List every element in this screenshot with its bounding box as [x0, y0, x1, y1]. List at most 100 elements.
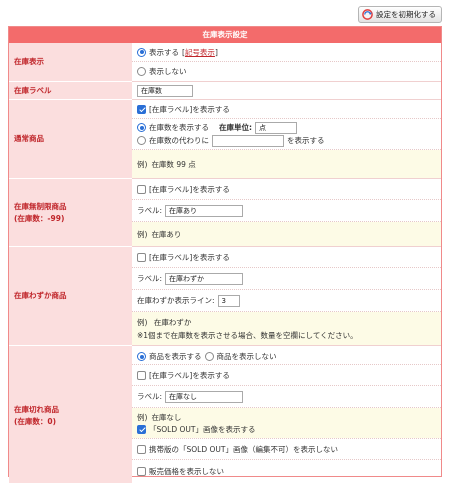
option-hide-label: 表示しない: [149, 67, 187, 76]
soldout-image-label: 「SOLD OUT」画像を表示する: [149, 424, 256, 434]
row-label-stock-label: 在庫ラベル: [9, 81, 132, 100]
unit-input[interactable]: 点: [255, 121, 297, 134]
radio-show[interactable]: [137, 47, 146, 57]
row-value-low: [在庫ラベル]を表示する ラベル: 在庫わずか 在庫わずか表示ライン: 3 例)…: [132, 246, 441, 346]
reset-icon: [362, 9, 373, 20]
normal-example: 例) 在庫数 99 点: [132, 150, 441, 178]
low-example-note: ※1個まで在庫数を表示させる場合、数量を空欄にしてください。: [137, 330, 358, 340]
unlimited-example-text: 在庫あり: [151, 229, 182, 239]
soldout-price-checkbox[interactable]: [137, 466, 146, 476]
soldout-example-line: 例) 在庫なし: [137, 411, 436, 423]
settings-table: 在庫表示 表示する [記号表示] 表示しない 在庫ラベル 在庫数 通常商品 [在…: [9, 43, 441, 483]
unlimited-show-label-line: [在庫ラベル]を表示する: [132, 179, 441, 200]
legend-link[interactable]: 記号表示: [185, 47, 215, 58]
unlimited-label-line1: 在庫無制限商品: [14, 201, 67, 211]
row-soldout: 在庫切れ商品 (在庫数：0) 商品を表示する 商品を表示しない [在庫ラベル]を…: [9, 345, 441, 483]
normal-instead-line: 在庫数の代わりに を表示する: [137, 134, 325, 147]
reset-settings-button[interactable]: 設定を初期化する: [358, 6, 442, 23]
hide-product-label: 商品を表示しない: [216, 352, 277, 361]
soldout-label-line2: (在庫数：0): [14, 416, 57, 426]
normal-count-line: 在庫数を表示する 在庫単位: 点: [137, 121, 297, 134]
normal-show-label-text: [在庫ラベル]を表示する: [149, 104, 230, 114]
soldout-show-label-checkbox[interactable]: [137, 370, 146, 380]
unlimited-label-line: ラベル: 在庫あり: [132, 200, 441, 222]
low-label-line: ラベル: 在庫わずか: [132, 268, 441, 290]
low-label-caption: ラベル:: [137, 274, 163, 283]
soldout-label-caption: ラベル:: [137, 392, 163, 401]
row-low: 在庫わずか商品 [在庫ラベル]を表示する ラベル: 在庫わずか 在庫わずか表示ラ…: [9, 246, 441, 346]
option-show-line: 表示する [記号表示]: [132, 43, 441, 62]
soldout-image-line: 「SOLD OUT」画像を表示する: [137, 423, 436, 435]
unlimited-label-line2: (在庫数：-99): [14, 213, 65, 223]
row-value-normal: [在庫ラベル]を表示する 在庫数を表示する 在庫単位: 点 在庫数の代わりに を…: [132, 99, 441, 179]
soldout-label-line1: 在庫切れ商品: [14, 404, 59, 414]
radio-show-product[interactable]: [137, 352, 146, 361]
soldout-show-label-text: [在庫ラベル]を表示する: [149, 370, 230, 380]
stock-label-line: 在庫数: [132, 82, 441, 99]
soldout-example-prefix: 例): [137, 412, 148, 422]
low-show-label-text: [在庫ラベル]を表示する: [149, 252, 230, 262]
reset-button-label: 設定を初期化する: [376, 10, 436, 19]
low-example: 例) 在庫わずか ※1個まで在庫数を表示させる場合、数量を空欄にしてください。: [132, 312, 441, 345]
stock-label-input[interactable]: 在庫数: [137, 84, 193, 97]
row-label-normal: 通常商品: [9, 99, 132, 179]
soldout-image-checkbox[interactable]: [137, 424, 146, 434]
soldout-mobile-line: 携帯版の「SOLD OUT」画像（編集不可）を表示しない: [132, 438, 441, 460]
low-line-caption: 在庫わずか表示ライン:: [137, 296, 215, 305]
low-show-label-checkbox[interactable]: [137, 252, 146, 262]
low-label-input[interactable]: 在庫わずか: [165, 272, 244, 285]
radio-hide[interactable]: [137, 67, 146, 76]
soldout-mobile-checkbox[interactable]: [137, 444, 146, 454]
row-unlimited: 在庫無制限商品 (在庫数：-99) [在庫ラベル]を表示する ラベル: 在庫あり…: [9, 178, 441, 247]
row-value-soldout: 商品を表示する 商品を表示しない [在庫ラベル]を表示する ラベル: 在庫なし …: [132, 345, 441, 483]
low-line-setting: 在庫わずか表示ライン: 3: [132, 290, 441, 312]
normal-show-label-line: [在庫ラベル]を表示する: [132, 100, 441, 119]
low-example-prefix: 例): [137, 317, 148, 327]
option-show-label: 表示する: [149, 47, 179, 57]
panel-title: 在庫表示設定: [9, 27, 441, 43]
unlimited-example-prefix: 例): [137, 229, 148, 239]
soldout-example-text: 在庫なし: [151, 412, 182, 422]
normal-count-options: 在庫数を表示する 在庫単位: 点 在庫数の代わりに を表示する: [132, 119, 441, 150]
instead-input[interactable]: [212, 134, 284, 147]
instead-suffix: を表示する: [287, 136, 325, 145]
low-show-label-line: [在庫ラベル]を表示する: [132, 247, 441, 268]
show-product-label: 商品を表示する: [149, 352, 202, 361]
radio-instead[interactable]: [137, 136, 146, 145]
radio-hide-product[interactable]: [204, 352, 214, 361]
soldout-price-line: 販売価格を表示しない: [132, 460, 441, 482]
unit-caption: 在庫単位:: [219, 123, 252, 132]
soldout-example: 例) 在庫なし 「SOLD OUT」画像を表示する: [132, 408, 441, 438]
unlimited-label-input[interactable]: 在庫あり: [165, 204, 244, 217]
stock-settings-panel: 在庫表示設定 在庫表示 表示する [記号表示] 表示しない 在庫ラベル 在庫数 …: [8, 26, 442, 483]
soldout-label-input[interactable]: 在庫なし: [165, 390, 244, 403]
soldout-label-line: ラベル: 在庫なし: [132, 386, 441, 408]
soldout-show-label-line: [在庫ラベル]を表示する: [132, 365, 441, 386]
normal-example-text: 在庫数 99 点: [151, 159, 196, 169]
row-label-soldout: 在庫切れ商品 (在庫数：0): [9, 345, 132, 483]
low-example-line: 例) 在庫わずか: [137, 317, 191, 328]
row-stock-label: 在庫ラベル 在庫数: [9, 81, 441, 100]
option-hide-line: 表示しない: [132, 62, 441, 81]
unlimited-label-caption: ラベル:: [137, 206, 163, 215]
unlimited-show-label-checkbox[interactable]: [137, 184, 146, 194]
legend-bracket-close: ]: [214, 47, 218, 57]
row-label-unlimited: 在庫無制限商品 (在庫数：-99): [9, 178, 132, 247]
unlimited-show-label-text: [在庫ラベル]を表示する: [149, 184, 230, 194]
soldout-product-line: 商品を表示する 商品を表示しない: [132, 349, 441, 365]
low-line-input[interactable]: 3: [217, 294, 240, 307]
show-count-label: 在庫数を表示する: [149, 123, 209, 132]
soldout-mobile-label: 携帯版の「SOLD OUT」画像（編集不可）を表示しない: [149, 444, 338, 454]
radio-show-count[interactable]: [137, 123, 146, 132]
low-example-text: 在庫わずか: [153, 317, 192, 327]
normal-show-label-checkbox[interactable]: [137, 104, 146, 114]
instead-prefix: 在庫数の代わりに: [149, 136, 209, 145]
unlimited-example: 例) 在庫あり: [132, 222, 441, 246]
row-value-stock-label: 在庫数: [132, 81, 441, 100]
row-value-unlimited: [在庫ラベル]を表示する ラベル: 在庫あり 例) 在庫あり: [132, 178, 441, 247]
row-value-stock-display: 表示する [記号表示] 表示しない: [132, 43, 441, 82]
row-label-stock-display: 在庫表示: [9, 43, 132, 82]
row-normal: 通常商品 [在庫ラベル]を表示する 在庫数を表示する 在庫単位: 点 在庫数の代…: [9, 99, 441, 179]
soldout-price-label: 販売価格を表示しない: [149, 466, 224, 476]
row-label-low: 在庫わずか商品: [9, 246, 132, 346]
